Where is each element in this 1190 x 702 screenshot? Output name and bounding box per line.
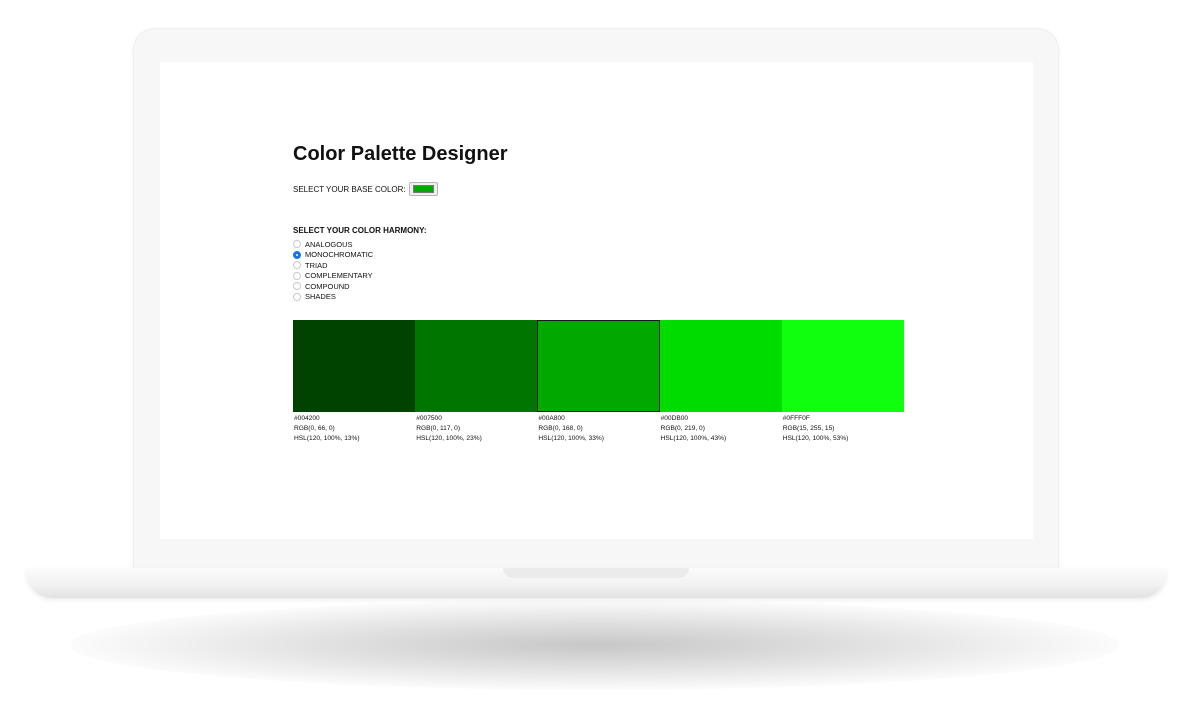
swatch-hex-value: #00A800 bbox=[538, 415, 565, 422]
swatch-hex-value: #007500 bbox=[416, 415, 442, 422]
swatch-info: #004200 RGB(0, 66, 0) HSL(120, 100%, 13%) bbox=[293, 414, 415, 444]
harmony-option-label: ANALOGOUS bbox=[305, 239, 353, 249]
harmony-option-shades[interactable]: SHADES bbox=[293, 292, 913, 303]
harmony-option-monochromatic[interactable]: MONOCHROMATIC bbox=[293, 250, 913, 261]
color-swatch[interactable] bbox=[781, 320, 904, 412]
base-color-picker[interactable] bbox=[408, 182, 438, 196]
swatch-info: #0FFF0F RGB(15, 255, 15) HSL(120, 100%, 53… bbox=[782, 414, 904, 444]
swatch-info: #00DB00 RGB(0, 219, 0) HSL(120, 100%, 43%) bbox=[660, 414, 782, 444]
swatch-rgb-value: RGB(0, 168, 0) bbox=[538, 425, 583, 432]
color-swatch[interactable] bbox=[293, 320, 416, 412]
swatch-column: #0FFF0F RGB(15, 255, 15) HSL(120, 100%, 53… bbox=[781, 320, 904, 444]
radio-button[interactable] bbox=[293, 261, 301, 270]
radio-button[interactable] bbox=[293, 240, 301, 249]
swatch-hsl-value: HSL(120, 100%, 53%) bbox=[782, 435, 849, 442]
radio-button[interactable] bbox=[293, 282, 301, 291]
swatch-hex-value: #004200 bbox=[294, 415, 320, 422]
harmony-option-triad[interactable]: TRIAD bbox=[293, 260, 913, 271]
base-color-row: SELECT YOUR BASE COLOR: bbox=[293, 182, 913, 196]
laptop-mockup: Color Palette Designer SELECT YOUR BASE … bbox=[0, 0, 1190, 702]
laptop-base bbox=[26, 568, 1167, 598]
swatch-column: #00A800 RGB(0, 168, 0) HSL(120, 100%, 33%) bbox=[537, 320, 660, 444]
color-swatch[interactable] bbox=[659, 320, 782, 412]
swatch-column: #00DB00 RGB(0, 219, 0) HSL(120, 100%, 43%) bbox=[659, 320, 782, 444]
radio-button[interactable] bbox=[293, 292, 301, 301]
swatch-info: #007500 RGB(0, 117, 0) HSL(120, 100%, 23%) bbox=[415, 414, 537, 444]
harmony-option-label: TRIAD bbox=[305, 260, 328, 270]
laptop-notch bbox=[503, 568, 689, 578]
color-swatch[interactable] bbox=[537, 320, 660, 412]
swatch-hex-value: #0FFF0F bbox=[782, 415, 810, 422]
swatch-hsl-value: HSL(120, 100%, 13%) bbox=[294, 435, 360, 442]
laptop-shadow bbox=[70, 600, 1120, 690]
swatch-rgb-value: RGB(0, 219, 0) bbox=[660, 425, 705, 432]
color-swatch[interactable] bbox=[415, 320, 538, 412]
swatch-column: #004200 RGB(0, 66, 0) HSL(120, 100%, 13%) bbox=[293, 320, 416, 444]
swatch-hsl-value: HSL(120, 100%, 43%) bbox=[660, 435, 727, 442]
palette-designer-app: Color Palette Designer SELECT YOUR BASE … bbox=[293, 142, 913, 444]
harmony-label: SELECT YOUR COLOR HARMONY: bbox=[293, 226, 427, 235]
swatch-rgb-value: RGB(15, 255, 15) bbox=[782, 425, 835, 432]
harmony-option-label: MONOCHROMATIC bbox=[305, 250, 374, 260]
harmony-option-analogous[interactable]: ANALOGOUS bbox=[293, 239, 913, 250]
swatch-rgb-value: RGB(0, 66, 0) bbox=[294, 425, 335, 432]
base-color-label: SELECT YOUR BASE COLOR: bbox=[293, 184, 406, 194]
harmony-option-compound[interactable]: COMPOUND bbox=[293, 281, 913, 292]
page-title: Color Palette Designer bbox=[293, 143, 508, 165]
swatch-hsl-value: HSL(120, 100%, 33%) bbox=[538, 435, 604, 442]
swatch-column: #007500 RGB(0, 117, 0) HSL(120, 100%, 23%) bbox=[415, 320, 538, 444]
laptop-screen: Color Palette Designer SELECT YOUR BASE … bbox=[160, 62, 1033, 539]
radio-button[interactable] bbox=[293, 271, 301, 280]
harmony-option-complementary[interactable]: COMPLEMENTARY bbox=[293, 271, 913, 282]
harmony-options: ANALOGOUS MONOCHROMATIC TRIAD COMPLEMENTARY… bbox=[293, 239, 913, 302]
harmony-option-label: COMPLEMENTARY bbox=[305, 271, 373, 281]
swatch-info: #00A800 RGB(0, 168, 0) HSL(120, 100%, 33%) bbox=[537, 414, 659, 444]
swatch-hsl-value: HSL(120, 100%, 23%) bbox=[416, 435, 482, 442]
base-color-fill bbox=[412, 185, 434, 193]
palette-swatches: #004200 RGB(0, 66, 0) HSL(120, 100%, 13%) #… bbox=[293, 320, 904, 444]
harmony-option-label: SHADES bbox=[305, 292, 336, 302]
swatch-hex-value: #00DB00 bbox=[660, 415, 689, 422]
harmony-option-label: COMPOUND bbox=[305, 281, 350, 291]
radio-button[interactable] bbox=[293, 250, 301, 259]
swatch-rgb-value: RGB(0, 117, 0) bbox=[416, 425, 461, 432]
